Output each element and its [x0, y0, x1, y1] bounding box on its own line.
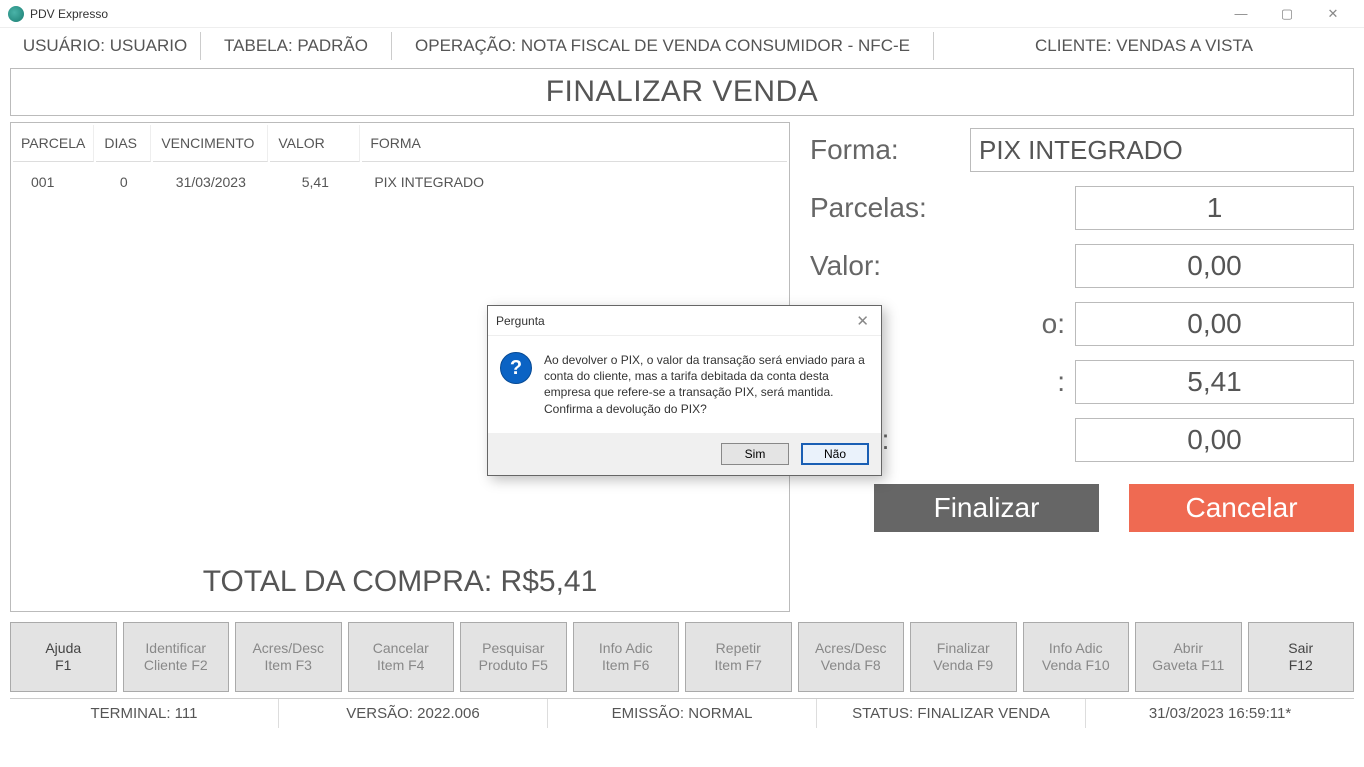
- modal-backdrop: Pergunta ✕ ? Ao devolver o PIX, o valor …: [0, 0, 1364, 767]
- confirm-dialog: Pergunta ✕ ? Ao devolver o PIX, o valor …: [487, 305, 882, 476]
- dialog-yes-button[interactable]: Sim: [721, 443, 789, 465]
- dialog-message: Ao devolver o PIX, o valor da transação …: [544, 352, 869, 417]
- dialog-no-button[interactable]: Não: [801, 443, 869, 465]
- question-icon: ?: [500, 352, 532, 384]
- dialog-title: Pergunta: [496, 314, 545, 328]
- dialog-close-icon[interactable]: ✕: [852, 312, 873, 330]
